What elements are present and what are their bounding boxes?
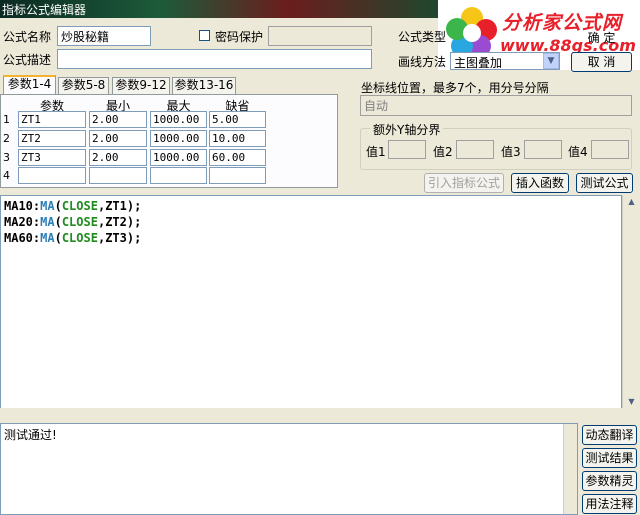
- param-min-input[interactable]: [89, 167, 147, 184]
- param-min-input[interactable]: 2.00: [89, 130, 147, 147]
- output-text: 测试通过!: [4, 428, 57, 442]
- y-value-4-input[interactable]: [591, 140, 629, 159]
- param-default-input[interactable]: 10.00: [209, 130, 266, 147]
- test-output: 测试通过!: [0, 423, 578, 515]
- scroll-down-arrow-icon[interactable]: ▼: [623, 397, 640, 406]
- formula-desc-label: 公式描述: [3, 53, 52, 67]
- code-line: MA20:MA(CLOSE,ZT2);: [4, 215, 142, 229]
- param-name-input[interactable]: [18, 167, 86, 184]
- editor-horizontal-scrollbar[interactable]: [0, 408, 640, 422]
- password-label: 密码保护: [215, 30, 264, 44]
- y-value-1-label: 值1: [366, 145, 386, 159]
- param-default-input[interactable]: [209, 167, 266, 184]
- chevron-down-icon[interactable]: ▼: [543, 53, 559, 69]
- output-vertical-scrollbar[interactable]: [563, 424, 577, 514]
- param-min-input[interactable]: 2.00: [89, 111, 147, 128]
- tab-params-9-12[interactable]: 参数9-12: [112, 77, 170, 94]
- formula-type-label: 公式类型: [398, 30, 447, 44]
- y-value-1-input[interactable]: [388, 140, 426, 159]
- axis-position-label: 坐标线位置，最多7个，用分号分隔: [361, 81, 549, 95]
- test-formula-button[interactable]: 测试公式: [576, 173, 633, 193]
- draw-method-label: 画线方法: [398, 55, 447, 69]
- y-value-2-label: 值2: [433, 145, 453, 159]
- param-name-input[interactable]: ZT3: [18, 149, 86, 166]
- param-default-input[interactable]: 5.00: [209, 111, 266, 128]
- param-row-number: 3: [3, 151, 10, 164]
- axis-position-input[interactable]: 自动: [360, 95, 632, 116]
- formula-name-input[interactable]: 炒股秘籍: [57, 26, 151, 46]
- editor-vertical-scrollbar[interactable]: ▲ ▼: [622, 195, 640, 408]
- param-name-input[interactable]: ZT1: [18, 111, 86, 128]
- insert-function-button[interactable]: 插入函数: [511, 173, 569, 193]
- test-result-button[interactable]: 测试结果: [582, 448, 637, 468]
- param-wizard-button[interactable]: 参数精灵: [582, 471, 637, 491]
- cancel-button[interactable]: 取 消: [571, 52, 632, 72]
- y-value-3-label: 值3: [501, 145, 521, 159]
- scroll-up-arrow-icon[interactable]: ▲: [623, 197, 640, 206]
- draw-method-value: 主图叠加: [454, 56, 503, 70]
- import-formula-button[interactable]: 引入指标公式: [424, 173, 504, 193]
- tab-params-13-16[interactable]: 参数13-16: [172, 77, 236, 94]
- password-input[interactable]: [268, 26, 372, 46]
- param-max-input[interactable]: 1000.00: [150, 111, 207, 128]
- y-value-4-label: 值4: [568, 145, 588, 159]
- param-min-input[interactable]: 2.00: [89, 149, 147, 166]
- code-editor[interactable]: MA10:MA(CLOSE,ZT1); MA20:MA(CLOSE,ZT2); …: [0, 195, 622, 417]
- param-row-number: 2: [3, 132, 10, 145]
- param-row-number: 4: [3, 169, 10, 182]
- code-line: MA60:MA(CLOSE,ZT3);: [4, 231, 142, 245]
- param-name-input[interactable]: ZT2: [18, 130, 86, 147]
- dynamic-translate-button[interactable]: 动态翻译: [582, 425, 637, 445]
- formula-desc-input[interactable]: [57, 49, 372, 69]
- ok-button[interactable]: 确 定: [571, 28, 632, 48]
- code-line: MA10:MA(CLOSE,ZT1);: [4, 199, 142, 213]
- window-title: 指标公式编辑器: [2, 3, 87, 17]
- tab-params-1-4[interactable]: 参数1-4: [3, 75, 56, 95]
- param-default-input[interactable]: 60.00: [209, 149, 266, 166]
- extra-y-axis-label: 额外Y轴分界: [370, 121, 444, 138]
- password-checkbox[interactable]: [199, 30, 210, 41]
- usage-notes-button[interactable]: 用法注释: [582, 494, 637, 514]
- param-max-input[interactable]: 1000.00: [150, 130, 207, 147]
- y-value-2-input[interactable]: [456, 140, 494, 159]
- formula-name-label: 公式名称: [3, 30, 52, 44]
- tab-params-5-8[interactable]: 参数5-8: [58, 77, 109, 94]
- param-max-input[interactable]: 1000.00: [150, 149, 207, 166]
- y-value-3-input[interactable]: [524, 140, 562, 159]
- param-max-input[interactable]: [150, 167, 207, 184]
- param-row-number: 1: [3, 113, 10, 126]
